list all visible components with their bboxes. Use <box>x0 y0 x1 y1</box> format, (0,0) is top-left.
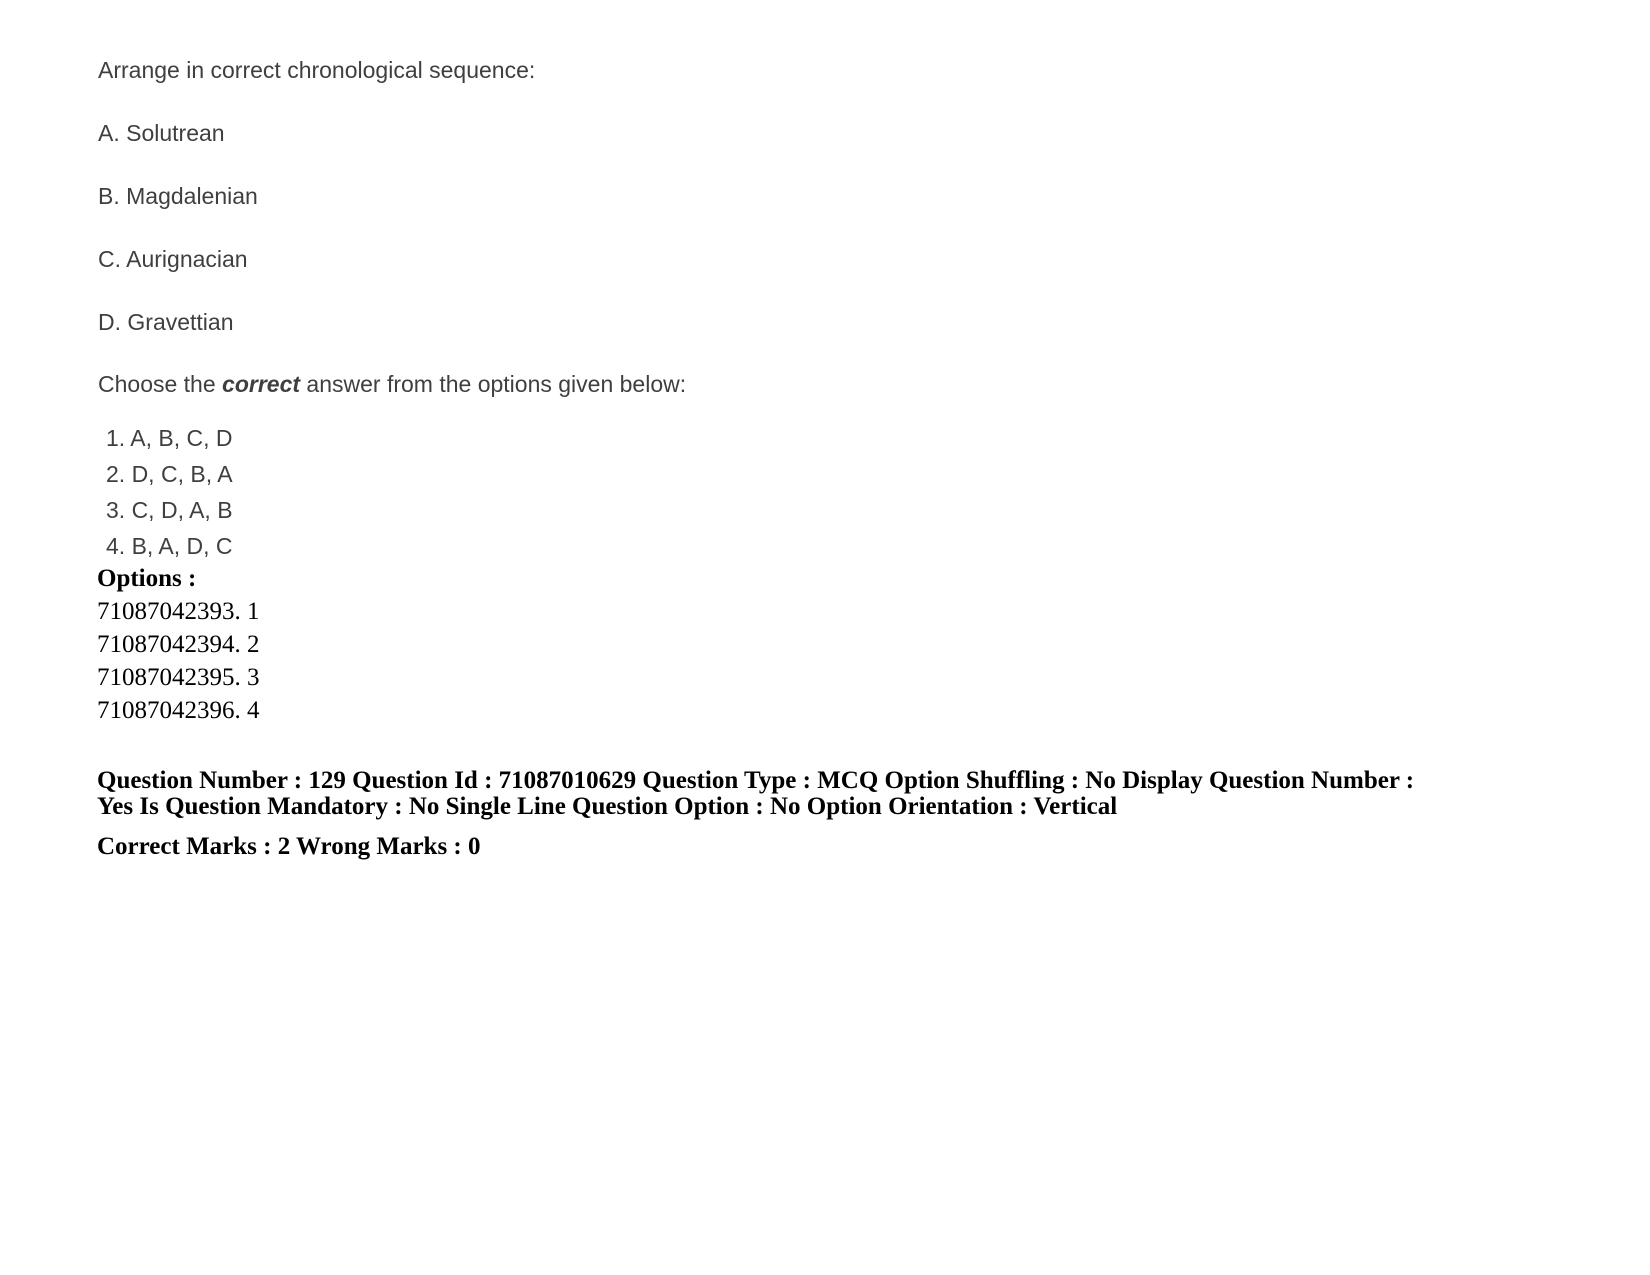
question-metadata: Question Number : 129 Question Id : 7108… <box>97 768 1437 860</box>
choose-instruction: Choose the correct answer from the optio… <box>98 370 1548 400</box>
answer-choice-1[interactable]: 1. A, B, C, D <box>106 420 233 456</box>
option-id-4: 71087042396. 4 <box>97 697 260 724</box>
sequence-item-b: B. Magdalenian <box>98 182 258 209</box>
question-body: Arrange in correct chronological sequenc… <box>98 56 1548 422</box>
option-id-1: 71087042393. 1 <box>97 598 260 625</box>
question-stem: Arrange in correct chronological sequenc… <box>98 57 536 83</box>
option-id-3: 71087042395. 3 <box>97 664 260 691</box>
answer-choice-list: 1. A, B, C, D 2. D, C, B, A 3. C, D, A, … <box>106 420 233 564</box>
options-block-title: Options : <box>97 565 197 592</box>
question-page: Arrange in correct chronological sequenc… <box>0 0 1650 1275</box>
choose-instruction-emphasis: correct <box>222 371 301 398</box>
choose-instruction-suffix: answer from the options given below: <box>300 371 687 398</box>
sequence-item-c: C. Aurignacian <box>98 245 248 272</box>
options-block: Options : 71087042393. 1 71087042394. 2 … <box>97 562 260 727</box>
answer-choice-2[interactable]: 2. D, C, B, A <box>106 456 233 492</box>
metadata-marks-line: Correct Marks : 2 Wrong Marks : 0 <box>97 833 481 860</box>
sequence-item-d: D. Gravettian <box>98 308 234 335</box>
metadata-details-line: Question Number : 129 Question Id : 7108… <box>97 767 1415 820</box>
option-id-2: 71087042394. 2 <box>97 631 260 658</box>
answer-choice-3[interactable]: 3. C, D, A, B <box>106 492 233 528</box>
sequence-item-a: A. Solutrean <box>98 119 225 146</box>
answer-choice-4[interactable]: 4. B, A, D, C <box>106 528 233 564</box>
choose-instruction-prefix: Choose the <box>98 371 223 398</box>
